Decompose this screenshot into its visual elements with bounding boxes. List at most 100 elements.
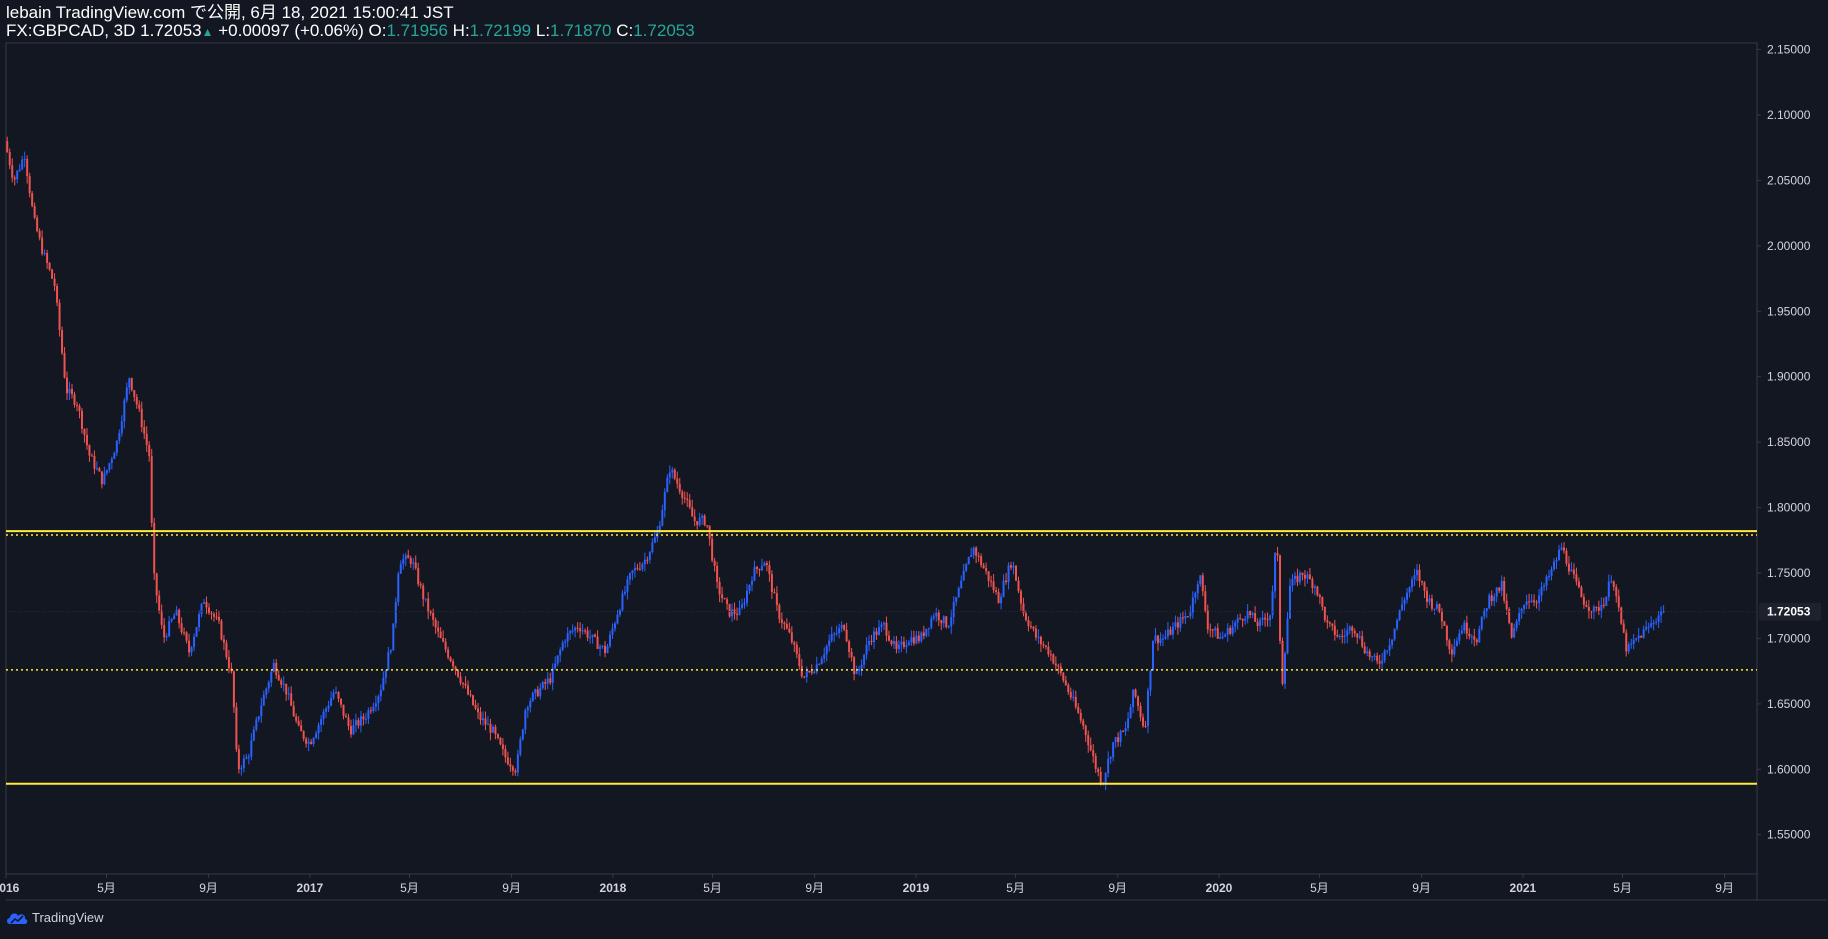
candle-body xyxy=(392,623,395,651)
candle-body xyxy=(723,598,726,600)
candle-body xyxy=(885,622,888,636)
candle-body xyxy=(511,766,514,771)
candle-body xyxy=(51,269,54,279)
last-price-label: 1.72053 xyxy=(1767,605,1811,619)
candle-body xyxy=(579,628,582,632)
candle-body xyxy=(150,456,153,523)
candle-body xyxy=(1607,581,1610,598)
candle-body xyxy=(1236,618,1239,623)
candle-body xyxy=(1259,619,1262,626)
candle-body xyxy=(290,693,293,706)
candle-body xyxy=(496,734,499,738)
candle-body xyxy=(586,630,589,638)
candle-body xyxy=(626,579,629,592)
candle-body xyxy=(1600,604,1603,611)
candle-body xyxy=(1328,622,1331,624)
symbol-legend[interactable]: FX:GBPCAD, 3D 1.72053▲ +0.00097 (+0.06%)… xyxy=(6,21,695,42)
tradingview-cloud-icon xyxy=(7,913,28,924)
candle-body xyxy=(1443,621,1446,627)
x-tick-label: 5月 xyxy=(97,881,116,895)
candle-body xyxy=(41,237,44,254)
candle-body xyxy=(128,378,131,388)
candle-body xyxy=(1538,595,1541,604)
candle-body xyxy=(280,680,283,685)
candle-body xyxy=(1124,728,1127,732)
candle-body xyxy=(576,627,579,629)
candle-body xyxy=(1647,626,1650,628)
plot-area-border xyxy=(5,42,1758,875)
candle-body xyxy=(195,627,198,637)
candle-body xyxy=(1376,655,1379,662)
y-tick-label: 2.05000 xyxy=(1767,173,1811,187)
candle-body xyxy=(180,623,183,633)
candle-body xyxy=(785,623,788,629)
candle-body xyxy=(267,682,270,689)
candle-body xyxy=(95,468,98,470)
candle-body xyxy=(220,620,223,640)
candle-body xyxy=(215,616,218,618)
candle-body xyxy=(1386,650,1389,652)
candle-body xyxy=(43,253,46,255)
candle-body xyxy=(1433,608,1436,610)
candle-body xyxy=(302,731,305,739)
candle-body xyxy=(130,378,133,391)
candle-body xyxy=(581,630,584,632)
candle-body xyxy=(1435,604,1438,609)
candle-body xyxy=(1201,575,1204,592)
candle-body xyxy=(11,165,14,178)
candle-body xyxy=(140,408,143,428)
candle-body xyxy=(1321,597,1324,607)
candle-body xyxy=(1216,628,1219,639)
candle-body xyxy=(922,632,925,636)
candle-body xyxy=(414,562,417,569)
candle-body xyxy=(526,707,529,711)
candle-body xyxy=(459,676,462,683)
candle-body xyxy=(33,205,36,218)
candle-body xyxy=(706,525,709,527)
candle-body xyxy=(1473,636,1476,640)
candle-body xyxy=(823,654,826,659)
candle-body xyxy=(972,547,975,555)
candle-body xyxy=(611,628,614,635)
candle-body xyxy=(275,662,278,676)
candle-body xyxy=(902,641,905,647)
candle-body xyxy=(561,642,564,650)
candle-body xyxy=(265,688,268,695)
candle-body xyxy=(1553,561,1556,570)
candle-body xyxy=(696,521,699,526)
candle-body xyxy=(1391,639,1394,646)
candle-body xyxy=(1132,689,1135,708)
candle-body xyxy=(1567,563,1570,572)
candle-body xyxy=(257,716,260,720)
candle-body xyxy=(1306,574,1309,579)
candle-body xyxy=(1029,626,1032,628)
candle-body xyxy=(1438,604,1441,612)
candle-body xyxy=(1019,591,1022,604)
candle-body xyxy=(1632,639,1635,644)
candle-body xyxy=(1413,575,1416,580)
candle-body xyxy=(88,445,91,456)
candle-body xyxy=(815,664,818,673)
candle-body xyxy=(1423,582,1426,591)
candle-body xyxy=(1657,615,1660,622)
candle-body xyxy=(987,571,990,581)
candle-body xyxy=(252,729,255,741)
candle-body xyxy=(793,642,796,645)
candle-body xyxy=(337,691,340,699)
x-tick-label: 5月 xyxy=(400,881,419,895)
candle-body xyxy=(860,664,863,669)
candle-body xyxy=(840,625,843,629)
candle-body xyxy=(1176,622,1179,628)
candle-body xyxy=(449,657,452,662)
candle-body xyxy=(13,177,16,180)
candlestick-chart[interactable]: 2.15000 2.10000 2.05000 2.00000 1.95000 1.900… xyxy=(0,0,1828,939)
candle-body xyxy=(1256,621,1259,626)
candle-body xyxy=(1445,626,1448,641)
tradingview-logo[interactable]: TradingView xyxy=(6,910,104,925)
y-tick-label: 1.90000 xyxy=(1767,370,1811,384)
candle-body xyxy=(80,410,83,429)
candle-body xyxy=(292,705,295,717)
candle-body xyxy=(489,723,492,733)
open-value: 1.71956 xyxy=(386,21,448,40)
candle-body xyxy=(1179,617,1182,628)
